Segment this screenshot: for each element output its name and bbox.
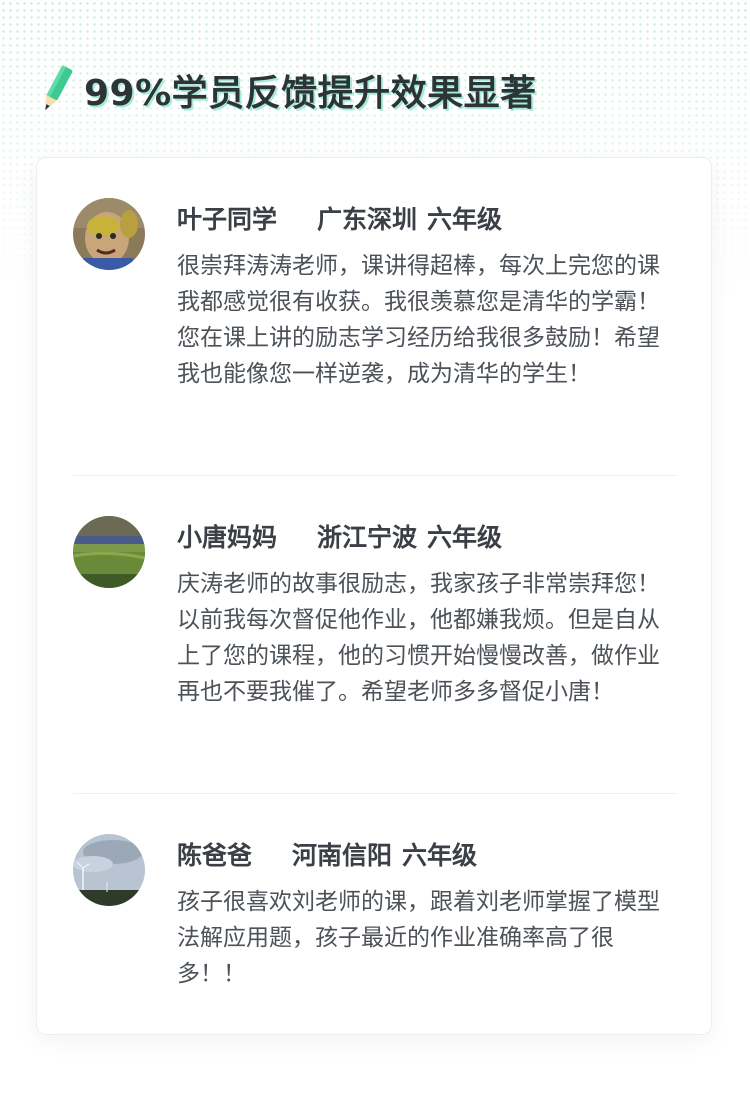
reviewer-name: 叶子同学 xyxy=(177,205,278,234)
review-meta: 陈爸爸 河南信阳 六年级 xyxy=(177,834,477,874)
reviewer-name: 小唐妈妈 xyxy=(177,523,278,552)
review-meta: 叶子同学 广东深圳 六年级 xyxy=(177,198,502,238)
reviews-card: 叶子同学 广东深圳 六年级 很崇拜涛涛老师，课讲得超棒，每次上完您的课我都感觉很… xyxy=(36,157,712,1035)
page-title: 99%学员反馈提升效果显著 xyxy=(84,73,537,114)
review-text: 孩子很喜欢刘老师的课，跟着刘老师掌握了模型法解应用题，孩子最近的作业准确率高了很… xyxy=(177,889,660,987)
reviewer-name: 陈爸爸 xyxy=(177,841,253,870)
reviewer-region: 广东深圳 xyxy=(317,205,418,234)
review-text: 很崇拜涛涛老师，课讲得超棒，每次上完您的课我都感觉很有收获。我很羡慕您是清华的学… xyxy=(177,253,660,387)
review-item: 叶子同学 广东深圳 六年级 很崇拜涛涛老师，课讲得超棒，每次上完您的课我都感觉很… xyxy=(73,198,677,438)
review-item: 小唐妈妈 浙江宁波 六年级 庆涛老师的故事很励志，我家孩子非常崇拜您！以前我每次… xyxy=(73,516,677,756)
reviewer-region: 浙江宁波 xyxy=(317,523,418,552)
avatar xyxy=(73,516,145,588)
reviewer-grade: 六年级 xyxy=(427,523,503,552)
review-item: 陈爸爸 河南信阳 六年级 孩子很喜欢刘老师的课，跟着刘老师掌握了模型法解应用题，… xyxy=(73,834,677,1004)
review-meta: 小唐妈妈 浙江宁波 六年级 xyxy=(177,516,502,556)
reviewer-grade: 六年级 xyxy=(402,841,478,870)
pencil-icon xyxy=(45,65,73,111)
reviewer-grade: 六年级 xyxy=(427,205,503,234)
avatar xyxy=(73,198,145,270)
reviewer-region: 河南信阳 xyxy=(292,841,393,870)
avatar xyxy=(73,834,145,906)
review-text: 庆涛老师的故事很励志，我家孩子非常崇拜您！以前我每次督促他作业，他都嫌我烦。但是… xyxy=(177,571,660,705)
divider xyxy=(73,475,677,476)
divider xyxy=(73,793,677,794)
section-header: 99%学员反馈提升效果显著 xyxy=(38,62,537,118)
